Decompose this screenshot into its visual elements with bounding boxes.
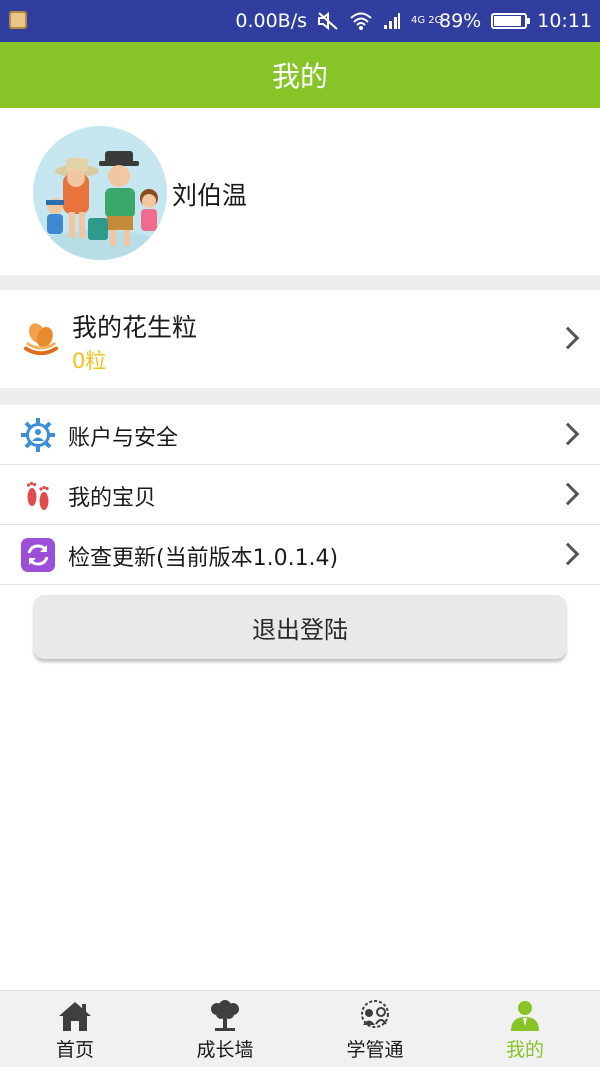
menu-item-check-update[interactable]: 检查更新(当前版本1.0.1.4) (0, 525, 600, 585)
peanuts-title: 我的花生粒 (72, 313, 198, 342)
page-title-bar: 我的 (0, 42, 600, 108)
battery-icon (491, 13, 531, 29)
avatar[interactable] (33, 126, 167, 260)
refresh-icon (21, 538, 55, 572)
home-icon (59, 1002, 91, 1031)
nav-label: 我的 (505, 1039, 544, 1061)
footprints-icon (26, 481, 49, 510)
user-name: 刘伯温 (172, 181, 248, 210)
screen: 0.00B/s 4G 2G 89% 10:11 我的 刘伯温 我的花生粒 0粒 … (0, 0, 600, 1067)
menu-item-account-security[interactable]: 账户与安全 (0, 405, 600, 465)
nav-item-xueguantong[interactable]: 学管通 (300, 991, 450, 1067)
nav-label: 首页 (55, 1039, 94, 1061)
nav-item-mine[interactable]: 我的 (450, 991, 600, 1067)
logout-button[interactable]: 退出登陆 (34, 595, 566, 659)
nav-item-home[interactable]: 首页 (0, 991, 150, 1067)
page-title: 我的 (271, 60, 328, 93)
battery-percent: 89% (439, 10, 482, 32)
signal-icon (384, 13, 400, 29)
menu-item-my-baby[interactable]: 我的宝贝 (0, 465, 600, 525)
chat-people-icon (361, 1000, 389, 1028)
section-divider (0, 388, 600, 405)
my-peanuts-row[interactable]: 我的花生粒 0粒 (0, 290, 600, 388)
nav-item-growth-wall[interactable]: 成长墙 (150, 991, 300, 1067)
profile-section[interactable]: 刘伯温 (0, 108, 600, 275)
battery-level (494, 16, 522, 26)
chevron-right-icon (556, 422, 580, 446)
net-speed: 0.00B/s (235, 10, 307, 32)
nav-label: 学管通 (346, 1039, 404, 1061)
tree-icon (211, 1000, 239, 1031)
notification-app-icon (9, 11, 27, 29)
wifi-icon (350, 12, 372, 30)
menu-item-label: 我的宝贝 (68, 486, 157, 511)
peanut-icon (23, 323, 59, 356)
chevron-right-icon (556, 542, 580, 566)
chevron-right-icon (556, 482, 580, 506)
nav-label: 成长墙 (196, 1039, 254, 1061)
clock: 10:11 (537, 10, 592, 32)
network-type: 4G 2G (411, 15, 443, 26)
chevron-right-icon (556, 326, 580, 350)
status-indicators: 0.00B/s 4G 2G 89% 10:11 (235, 0, 592, 42)
status-bar: 0.00B/s 4G 2G 89% 10:11 (0, 0, 600, 42)
person-icon (511, 1001, 539, 1031)
menu-item-label: 账户与安全 (68, 426, 179, 451)
mute-icon (318, 11, 338, 31)
gear-person-icon (21, 418, 55, 452)
section-divider (0, 275, 600, 290)
family-illustration (40, 151, 160, 260)
menu-item-label: 检查更新(当前版本1.0.1.4) (68, 546, 339, 571)
bottom-nav: 首页 成长墙 学管通 我的 (0, 990, 600, 1067)
peanuts-count: 0粒 (72, 349, 107, 373)
